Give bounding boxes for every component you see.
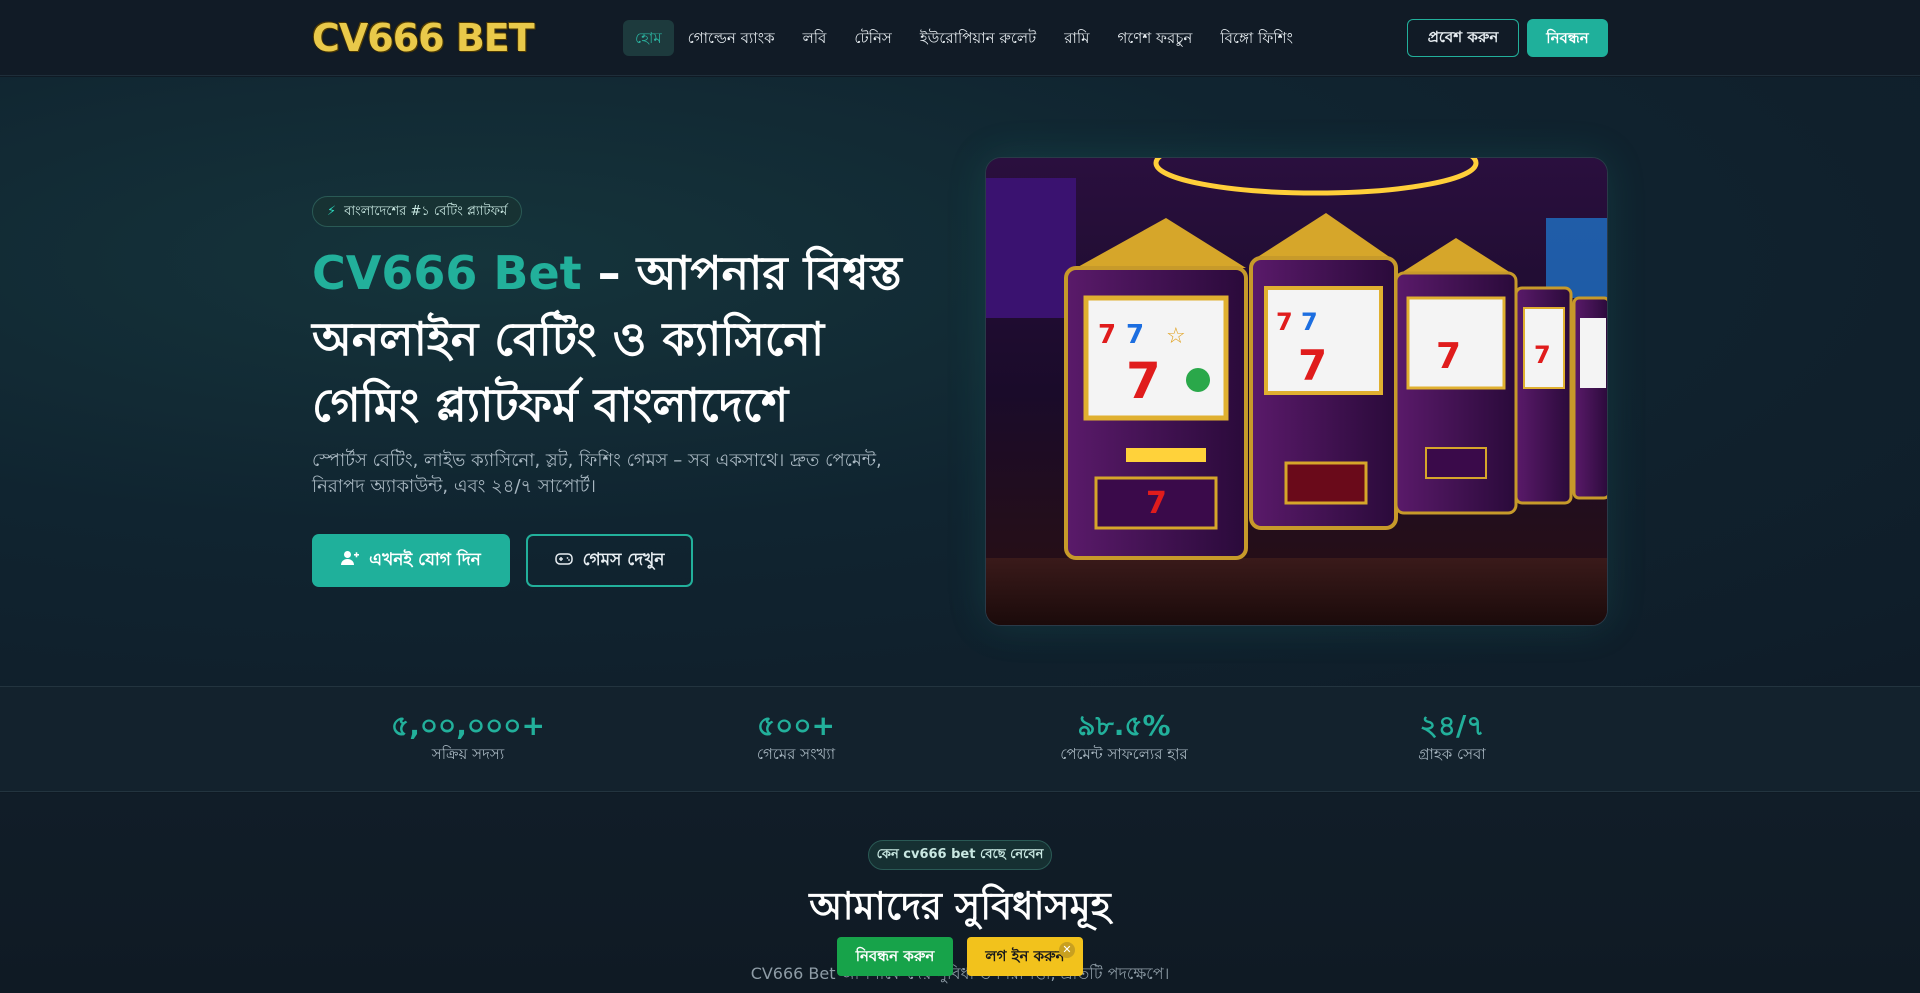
main-nav: হোম গোল্ডেন ব্যাংক লবি টেনিস ইউরোপিয়ান … [623, 20, 1307, 56]
svg-text:7: 7 [1436, 336, 1461, 377]
nav-item-golden-bank[interactable]: গোল্ডেন ব্যাংক [674, 20, 789, 56]
hero-section [0, 77, 1920, 686]
svg-text:7: 7 [1098, 320, 1116, 350]
header-login-button[interactable]: প্রবেশ করুন [1407, 19, 1519, 57]
site-logo[interactable]: CV666 BET [312, 16, 535, 60]
stat-active-members: ৫,০০,০০০+ সক্রিয় সদস্য [328, 709, 608, 765]
svg-text:☆: ☆ [1166, 324, 1186, 349]
svg-text:7: 7 [1126, 352, 1161, 410]
join-now-button[interactable]: এখনই যোগ দিন [312, 534, 510, 587]
svg-text:7: 7 [1301, 308, 1318, 336]
view-games-label: গেমস দেখুন [582, 549, 665, 570]
hero-title: CV666 Bet – আপনার বিশ্বস্ত অনলাইন বেটিং … [312, 240, 922, 438]
nav-item-bingo-fishing[interactable]: বিঙ্গো ফিশিং [1206, 20, 1307, 56]
slot-machines-image: 7 7 ☆ 7 7 7 7 7 7 7 [985, 157, 1608, 626]
hero-badge-label: বাংলাদেশের #১ বেটিং প্ল্যাটফর্ম [344, 204, 508, 219]
features-title: আমাদের সুবিধাসমূহ [809, 884, 1111, 928]
features-section: কেন cv666 bet বেছে নেবেন আমাদের সুবিধাসম… [0, 793, 1920, 993]
nav-item-rummy[interactable]: রামি [1050, 20, 1103, 56]
nav-item-tennis[interactable]: টেনিস [840, 20, 905, 56]
nav-item-ganesh-fortune[interactable]: গণেশ ফরচুন [1103, 20, 1206, 56]
view-games-button[interactable]: গেমস দেখুন [526, 534, 693, 587]
svg-text:7: 7 [1276, 308, 1293, 336]
stat-value: ৫,০০,০০০+ [391, 709, 545, 742]
hero-subtitle: স্পোর্টস বেটিং, লাইভ ক্যাসিনো, স্লট, ফিশ… [312, 450, 882, 497]
stat-value: ৯৮.৫% [1077, 709, 1171, 742]
stats-bar: ৫,০০,০০০+ সক্রিয় সদস্য ৫০০+ গেমের সংখ্য… [0, 686, 1920, 792]
floating-register-button[interactable]: নিবন্ধন করুন [837, 937, 953, 976]
stat-label: পেমেন্ট সাফল্যের হার [1060, 745, 1188, 763]
lightning-icon: ⚡ [327, 204, 337, 219]
hero-title-accent: CV666 Bet [312, 246, 582, 300]
svg-text:7: 7 [1146, 486, 1167, 521]
features-subtitle: CV666 Bet আপনাকে দেয় সুবিধা ও নিরাপত্তা… [750, 964, 1170, 983]
header-register-button[interactable]: নিবন্ধন [1527, 19, 1608, 57]
nav-item-lobby[interactable]: লবি [789, 20, 841, 56]
hero-badge: ⚡ বাংলাদেশের #১ বেটিং প্ল্যাটফর্ম [312, 196, 523, 227]
stat-value: ২৪/৭ [1419, 709, 1485, 742]
stat-label: গ্রাহক সেবা [1418, 745, 1486, 763]
user-plus-icon [341, 550, 360, 571]
features-badge: কেন cv666 bet বেছে নেবেন [868, 840, 1052, 870]
svg-text:7: 7 [1298, 341, 1327, 390]
stat-label: সক্রিয় সদস্য [431, 745, 505, 763]
stat-game-count: ৫০০+ গেমের সংখ্যা [656, 709, 936, 765]
site-header: CV666 BET হোম গোল্ডেন ব্যাংক লবি টেনিস ই… [0, 0, 1920, 76]
close-icon[interactable]: ✕ [1059, 942, 1075, 958]
svg-text:7: 7 [1534, 341, 1551, 369]
stat-label: গেমের সংখ্যা [756, 745, 836, 763]
join-now-label: এখনই যোগ দিন [369, 549, 481, 570]
stat-customer-service: ২৪/৭ গ্রাহক সেবা [1312, 709, 1592, 765]
nav-item-home[interactable]: হোম [623, 20, 674, 56]
stat-value: ৫০০+ [756, 709, 836, 742]
gamepad-icon [554, 551, 573, 571]
stat-payment-success: ৯৮.৫% পেমেন্ট সাফল্যের হার [984, 709, 1264, 765]
svg-text:7: 7 [1126, 320, 1144, 350]
nav-item-european-roulette[interactable]: ইউরোপিয়ান রুলেট [906, 20, 1050, 56]
